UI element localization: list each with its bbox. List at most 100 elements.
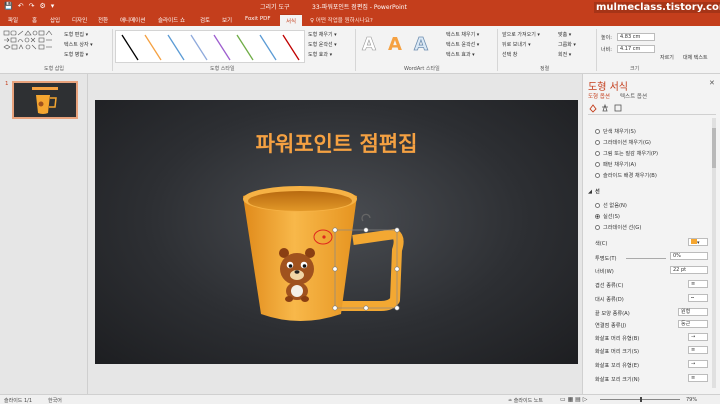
slide-thumbnail[interactable] — [12, 81, 78, 119]
mug-illustration[interactable] — [95, 100, 578, 364]
tab-animations[interactable]: 애니메이션 — [120, 16, 145, 24]
radio-icon[interactable] — [595, 203, 600, 208]
shape-fill-button[interactable]: 도형 채우기 ▾ — [308, 31, 337, 38]
size-properties-icon[interactable] — [614, 104, 622, 112]
cap-type-dropdown[interactable]: 원형 — [678, 308, 708, 316]
dash-type-dropdown[interactable]: ┅ — [688, 294, 708, 302]
pane-scrollbar[interactable] — [712, 118, 716, 388]
alt-text-button[interactable]: 대체 텍스트 — [683, 54, 708, 61]
crop-button[interactable]: 자르기 — [660, 54, 674, 61]
tell-me-search[interactable]: ♀ 어떤 작업을 원하시나요? — [310, 16, 373, 24]
begin-arrow-size-dropdown[interactable]: ≡ — [688, 346, 708, 354]
tab-design[interactable]: 디자인 — [72, 16, 87, 24]
quick-access-toolbar[interactable]: 💾 ↶ ↷ ⚙ ▾ — [4, 2, 54, 10]
compound-type-dropdown[interactable]: ≡ — [688, 280, 708, 288]
fill-option-pattern[interactable]: 패턴 채우기(A) — [595, 161, 636, 168]
scrollbar-thumb[interactable] — [712, 128, 716, 168]
tab-view[interactable]: 보기 — [222, 16, 232, 24]
view-buttons[interactable]: ▭ ▦ ▤ ▷ — [560, 396, 587, 403]
shape-gallery[interactable] — [3, 30, 61, 60]
slide-canvas[interactable]: 파워포인트 점편집 — [95, 100, 578, 364]
tab-insert[interactable]: 삽입 — [50, 16, 60, 24]
radio-icon[interactable] — [595, 225, 600, 230]
text-fill-button[interactable]: 텍스트 채우기 ▾ — [446, 31, 479, 38]
selection-pane-button[interactable]: 선택 창 — [502, 51, 517, 58]
tab-shape-options[interactable]: 도형 옵션 — [588, 92, 610, 100]
tab-text-options[interactable]: 텍스트 옵션 — [620, 92, 647, 100]
line-section-header[interactable]: ◢ 선 — [588, 188, 600, 196]
group-button[interactable]: 그룹화 ▾ — [558, 41, 576, 48]
line-style-swatch[interactable] — [167, 34, 185, 61]
tab-format[interactable]: 서식 — [280, 14, 303, 26]
edit-point[interactable] — [322, 235, 326, 239]
tab-slideshow[interactable]: 슬라이드 쇼 — [158, 16, 185, 24]
merge-shapes-button[interactable]: 도형 병합 ▾ — [64, 51, 88, 58]
zoom-level[interactable]: 79% — [686, 397, 697, 403]
line-style-gallery-icon[interactable] — [116, 31, 306, 64]
radio-selected-icon[interactable] — [595, 214, 600, 219]
line-width-field[interactable]: 22 pt — [670, 266, 708, 274]
tab-file[interactable]: 파일 — [8, 16, 18, 24]
shape-effects-button[interactable]: 도형 효과 ▾ — [308, 51, 332, 58]
line-style-swatch[interactable] — [213, 34, 231, 61]
zoom-slider-thumb[interactable] — [640, 397, 642, 402]
customize-icon[interactable]: ⚙ — [39, 2, 45, 10]
tab-foxit[interactable]: Foxit PDF — [245, 16, 271, 22]
outline-color-picker[interactable]: ▾ — [688, 238, 708, 246]
radio-icon[interactable] — [595, 140, 600, 145]
wordart-style-3[interactable]: A — [414, 34, 429, 56]
line-style-swatch[interactable] — [236, 34, 254, 61]
radio-icon[interactable] — [595, 173, 600, 178]
line-option-solid[interactable]: 실선(S) — [595, 213, 620, 220]
radio-icon[interactable] — [595, 151, 600, 156]
line-option-none[interactable]: 선 없음(N) — [595, 202, 627, 209]
shape-outline-button[interactable]: 도형 윤곽선 ▾ — [308, 41, 337, 48]
shapes-icon[interactable] — [3, 30, 61, 60]
text-effects-button[interactable]: 텍스트 효과 ▾ — [446, 51, 475, 58]
fill-line-icon[interactable] — [589, 104, 597, 113]
text-outline-button[interactable]: 텍스트 윤곽선 ▾ — [446, 41, 479, 48]
save-icon[interactable]: 💾 — [4, 2, 13, 10]
effects-icon[interactable] — [602, 103, 608, 112]
line-style-swatch[interactable] — [282, 34, 300, 61]
transparency-slider[interactable] — [626, 258, 666, 259]
rotate-button[interactable]: 회전 ▾ — [558, 51, 571, 58]
bring-forward-button[interactable]: 앞으로 가져오기 ▾ — [502, 31, 540, 38]
qat-more-icon[interactable]: ▾ — [51, 2, 55, 10]
shape-style-gallery[interactable] — [115, 30, 305, 63]
line-style-swatch[interactable] — [190, 34, 208, 61]
tab-review[interactable]: 검토 — [200, 16, 210, 24]
wordart-style-1[interactable]: A — [362, 34, 377, 56]
radio-icon[interactable] — [595, 129, 600, 134]
fill-option-picture[interactable]: 그림 또는 질감 채우기(P) — [595, 150, 658, 157]
line-style-swatch[interactable] — [121, 34, 139, 61]
begin-arrow-type-dropdown[interactable]: → — [688, 333, 708, 341]
notes-button[interactable]: ≐ 슬라이드 노트 — [508, 397, 543, 404]
prop-label-compound: 겹선 종류(C) — [595, 283, 624, 289]
undo-icon[interactable]: ↶ — [18, 2, 24, 10]
tab-home[interactable]: 홈 — [32, 16, 37, 24]
line-style-swatch[interactable] — [259, 34, 277, 61]
redo-icon[interactable]: ↷ — [29, 2, 35, 10]
align-button[interactable]: 맞춤 ▾ — [558, 31, 571, 38]
end-arrow-type-dropdown[interactable]: → — [688, 360, 708, 368]
width-field[interactable]: 4.17 cm — [617, 45, 655, 53]
line-option-gradient[interactable]: 그라데이션 선(G) — [595, 224, 641, 231]
radio-icon[interactable] — [595, 162, 600, 167]
height-field[interactable]: 4.83 cm — [617, 33, 655, 41]
text-box-button[interactable]: 텍스트 상자 ▾ — [64, 41, 93, 48]
fill-option-solid[interactable]: 단색 채우기(S) — [595, 128, 636, 135]
fill-option-gradient[interactable]: 그라데이션 채우기(G) — [595, 139, 651, 146]
wordart-style-2[interactable]: A — [388, 34, 402, 55]
line-style-swatch[interactable] — [144, 34, 162, 61]
end-arrow-size-dropdown[interactable]: ≡ — [688, 374, 708, 382]
language[interactable]: 한국어 — [48, 397, 62, 404]
join-type-dropdown[interactable]: 둥근 — [678, 320, 708, 328]
rotate-handle-icon[interactable] — [361, 213, 371, 222]
send-backward-button[interactable]: 뒤로 보내기 ▾ — [502, 41, 531, 48]
edit-shape-button[interactable]: 도형 편집 ▾ — [64, 31, 88, 38]
transparency-field[interactable]: 0% — [670, 252, 708, 260]
close-icon[interactable]: ✕ — [709, 79, 715, 87]
fill-option-background[interactable]: 슬라이드 배경 채우기(B) — [595, 172, 657, 179]
tab-transitions[interactable]: 전환 — [98, 16, 108, 24]
